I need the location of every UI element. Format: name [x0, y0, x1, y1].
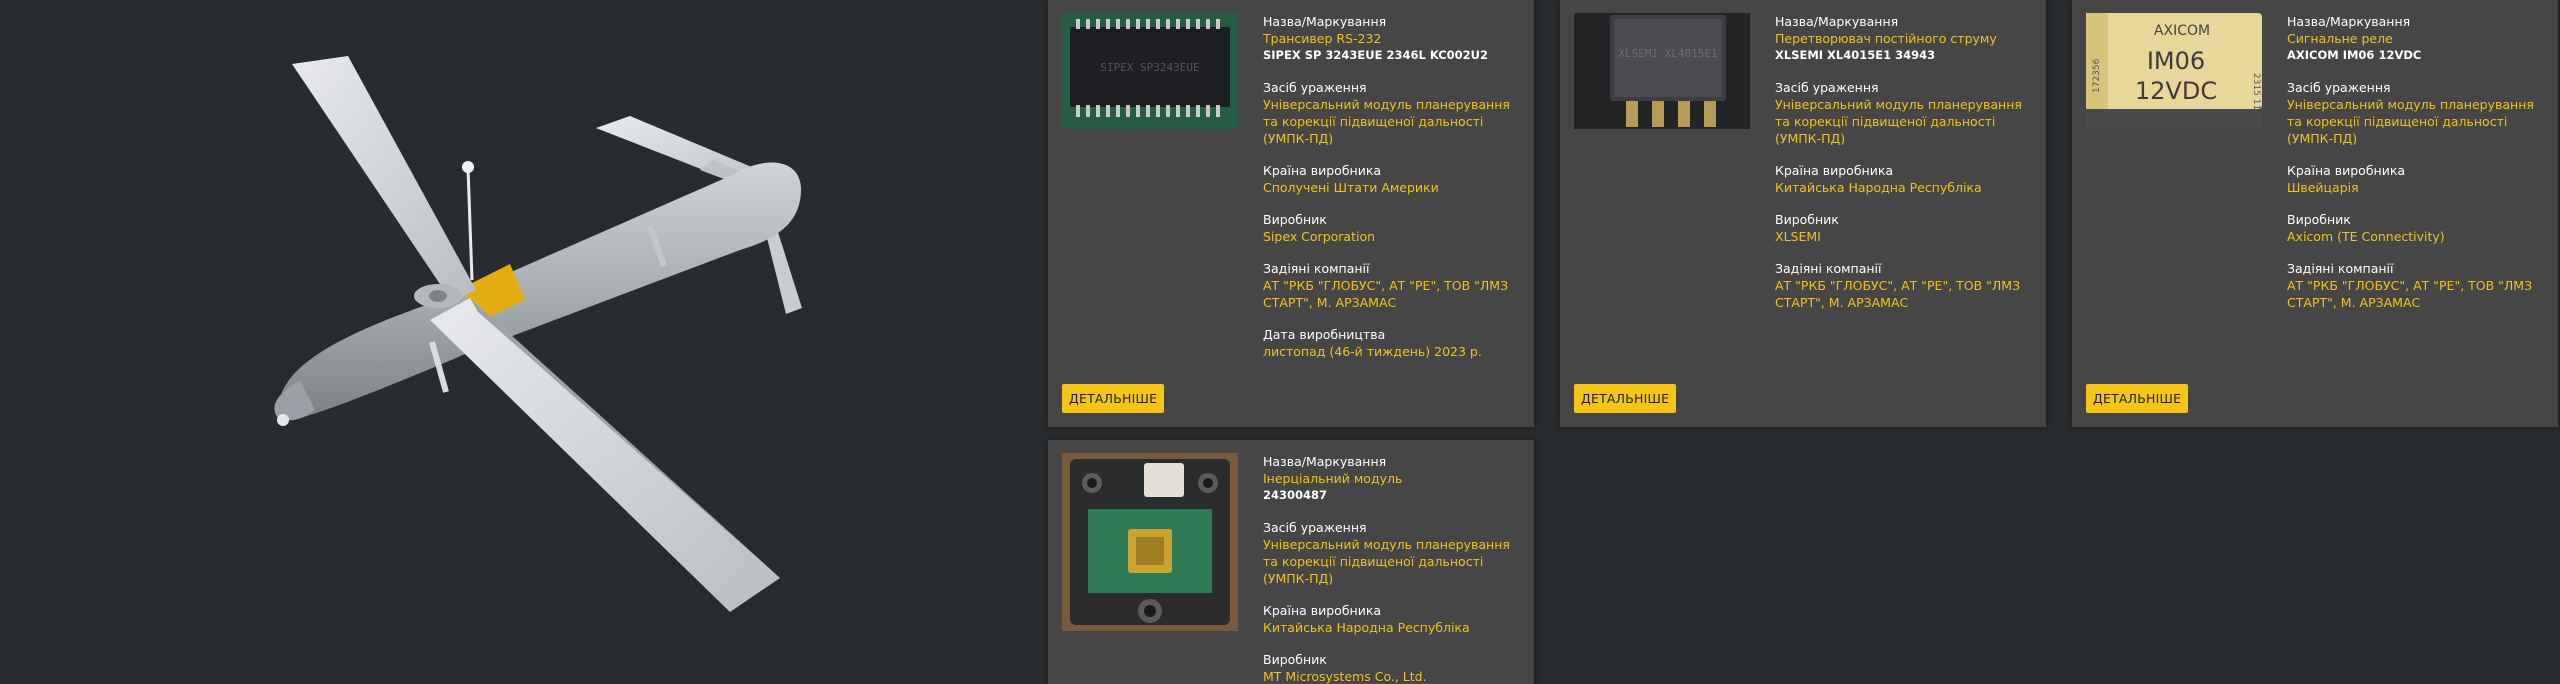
component-photo: XLSEMI XL4015E1 — [1574, 13, 1750, 129]
component-name: Сигнальне реле — [2287, 31, 2393, 46]
svg-text:2315 11: 2315 11 — [2251, 73, 2261, 110]
production-date: листопад (46-й тиждень) 2023 р. — [1263, 344, 1482, 359]
field-label: Засіб ураження — [1263, 520, 1367, 535]
svg-text:12VDC: 12VDC — [2135, 77, 2217, 105]
component-photo: AXICOM IM06 12VDC 172356 2315 11 — [2086, 13, 2262, 129]
field-label: Назва/Маркування — [1775, 14, 1899, 29]
component-name: Інерціальний модуль — [1263, 471, 1403, 486]
component-info: Назва/Маркування Сигнальне реле AXICOM I… — [2287, 13, 2549, 326]
field-country: Країна виробника Китайська Народна Респу… — [1775, 162, 2037, 196]
field-label: Засіб ураження — [1775, 80, 1879, 95]
weapon-link[interactable]: Універсальний модуль планерування та кор… — [2287, 96, 2549, 147]
field-weapon: Засіб ураження Універсальний модуль план… — [1775, 79, 2037, 147]
component-card: XLSEMI XL4015E1 Назва/Маркування Перетво… — [1560, 0, 2046, 427]
field-weapon: Засіб ураження Універсальний модуль план… — [1263, 79, 1525, 147]
field-country: Країна виробника Китайська Народна Респу… — [1263, 602, 1525, 636]
field-label: Назва/Маркування — [1263, 454, 1387, 469]
weapon-link[interactable]: Універсальний модуль планерування та кор… — [1263, 536, 1525, 587]
companies-link[interactable]: АТ "РКБ "ГЛОБУС", АТ "РЕ", ТОВ "ЛМЗ СТАР… — [2287, 277, 2549, 311]
svg-text:IM06: IM06 — [2147, 47, 2205, 75]
component-marking: 24300487 — [1263, 488, 1328, 502]
field-name: Назва/Маркування Інерціальний модуль 243… — [1263, 453, 1525, 504]
field-manufacturer: Виробник Sipex Corporation — [1263, 211, 1525, 245]
svg-text:SIPEX SP3243EUE: SIPEX SP3243EUE — [1100, 61, 1199, 74]
component-photo: SIPEX SP3243EUE — [1062, 13, 1238, 129]
svg-text:XLSEMI XL4015E1: XLSEMI XL4015E1 — [1618, 47, 1717, 60]
field-weapon: Засіб ураження Універсальний модуль план… — [2287, 79, 2549, 147]
svg-text:172356: 172356 — [2092, 58, 2102, 93]
details-button[interactable]: ДЕТАЛЬНІШЕ — [2086, 384, 2189, 413]
field-companies: Задіяні компанії АТ "РКБ "ГЛОБУС", АТ "Р… — [1263, 260, 1525, 311]
country-link[interactable]: Китайська Народна Республіка — [1775, 179, 2037, 196]
field-label: Задіяні компанії — [1775, 261, 1882, 276]
field-label: Задіяні компанії — [2287, 261, 2394, 276]
component-marking: XLSEMI XL4015E1 34943 — [1775, 48, 1936, 62]
field-label: Засіб ураження — [2287, 80, 2391, 95]
component-photo — [1062, 453, 1238, 631]
field-label: Назва/Маркування — [1263, 14, 1387, 29]
field-name: Назва/Маркування Перетворювач постійного… — [1775, 13, 2037, 64]
model-viewer-3d[interactable] — [0, 0, 1040, 684]
country-link[interactable]: Швейцарія — [2287, 179, 2549, 196]
field-manufacturer: Виробник Axicom (TE Connectivity) — [2287, 211, 2549, 245]
component-marking: AXICOM IM06 12VDC — [2287, 48, 2422, 62]
field-label: Дата виробництва — [1263, 327, 1386, 342]
field-country: Країна виробника Швейцарія — [2287, 162, 2549, 196]
field-label: Країна виробника — [2287, 163, 2406, 178]
field-label: Виробник — [1263, 212, 1327, 227]
component-info: Назва/Маркування Перетворювач постійного… — [1775, 13, 2037, 326]
component-name: Трансивер RS-232 — [1263, 31, 1382, 46]
manufacturer-link[interactable]: MT Microsystems Co., Ltd. — [1263, 668, 1525, 684]
companies-link[interactable]: АТ "РКБ "ГЛОБУС", АТ "РЕ", ТОВ "ЛМЗ СТАР… — [1263, 277, 1525, 311]
country-link[interactable]: Китайська Народна Республіка — [1263, 619, 1525, 636]
manufacturer-link[interactable]: Sipex Corporation — [1263, 228, 1525, 245]
field-label: Виробник — [2287, 212, 2351, 227]
glide-bomb-model-image — [274, 56, 802, 612]
svg-text:AXICOM: AXICOM — [2154, 23, 2210, 39]
field-label: Країна виробника — [1775, 163, 1894, 178]
country-link[interactable]: Сполучені Штати Америки — [1263, 179, 1525, 196]
companies-link[interactable]: АТ "РКБ "ГЛОБУС", АТ "РЕ", ТОВ "ЛМЗ СТАР… — [1775, 277, 2037, 311]
details-button[interactable]: ДЕТАЛЬНІШЕ — [1574, 384, 1677, 413]
weapon-link[interactable]: Універсальний модуль планерування та кор… — [1775, 96, 2037, 147]
field-label: Виробник — [1775, 212, 1839, 227]
field-country: Країна виробника Сполучені Штати Америки — [1263, 162, 1525, 196]
component-info: Назва/Маркування Трансивер RS-232 SIPEX … — [1263, 13, 1525, 375]
field-weapon: Засіб ураження Універсальний модуль план… — [1263, 519, 1525, 587]
field-production-date: Дата виробництва листопад (46-й тиждень)… — [1263, 326, 1525, 360]
page: SIPEX SP3243EUE Назва/Маркування Трансив… — [0, 0, 2560, 684]
field-label: Країна виробника — [1263, 163, 1382, 178]
field-companies: Задіяні компанії АТ "РКБ "ГЛОБУС", АТ "Р… — [1775, 260, 2037, 311]
details-button[interactable]: ДЕТАЛЬНІШЕ — [1062, 384, 1165, 413]
field-label: Країна виробника — [1263, 603, 1382, 618]
field-companies: Задіяні компанії АТ "РКБ "ГЛОБУС", АТ "Р… — [2287, 260, 2549, 311]
component-marking: SIPEX SP 3243EUE 2346L KC002U2 — [1263, 48, 1489, 62]
field-name: Назва/Маркування Сигнальне реле AXICOM I… — [2287, 13, 2549, 64]
field-label: Назва/Маркування — [2287, 14, 2411, 29]
field-label: Задіяні компанії — [1263, 261, 1370, 276]
field-manufacturer: Виробник MT Microsystems Co., Ltd. — [1263, 651, 1525, 684]
field-name: Назва/Маркування Трансивер RS-232 SIPEX … — [1263, 13, 1525, 64]
manufacturer-link[interactable]: XLSEMI — [1775, 228, 2037, 245]
component-card: SIPEX SP3243EUE Назва/Маркування Трансив… — [1048, 0, 1534, 427]
field-label: Засіб ураження — [1263, 80, 1367, 95]
manufacturer-link[interactable]: Axicom (TE Connectivity) — [2287, 228, 2549, 245]
weapon-link[interactable]: Універсальний модуль планерування та кор… — [1263, 96, 1525, 147]
component-card: AXICOM IM06 12VDC 172356 2315 11 Назва/М… — [2072, 0, 2558, 427]
component-card: Назва/Маркування Інерціальний модуль 243… — [1048, 440, 1534, 684]
component-info: Назва/Маркування Інерціальний модуль 243… — [1263, 453, 1525, 684]
component-name: Перетворювач постійного струму — [1775, 31, 1997, 46]
field-label: Виробник — [1263, 652, 1327, 667]
field-manufacturer: Виробник XLSEMI — [1775, 211, 2037, 245]
